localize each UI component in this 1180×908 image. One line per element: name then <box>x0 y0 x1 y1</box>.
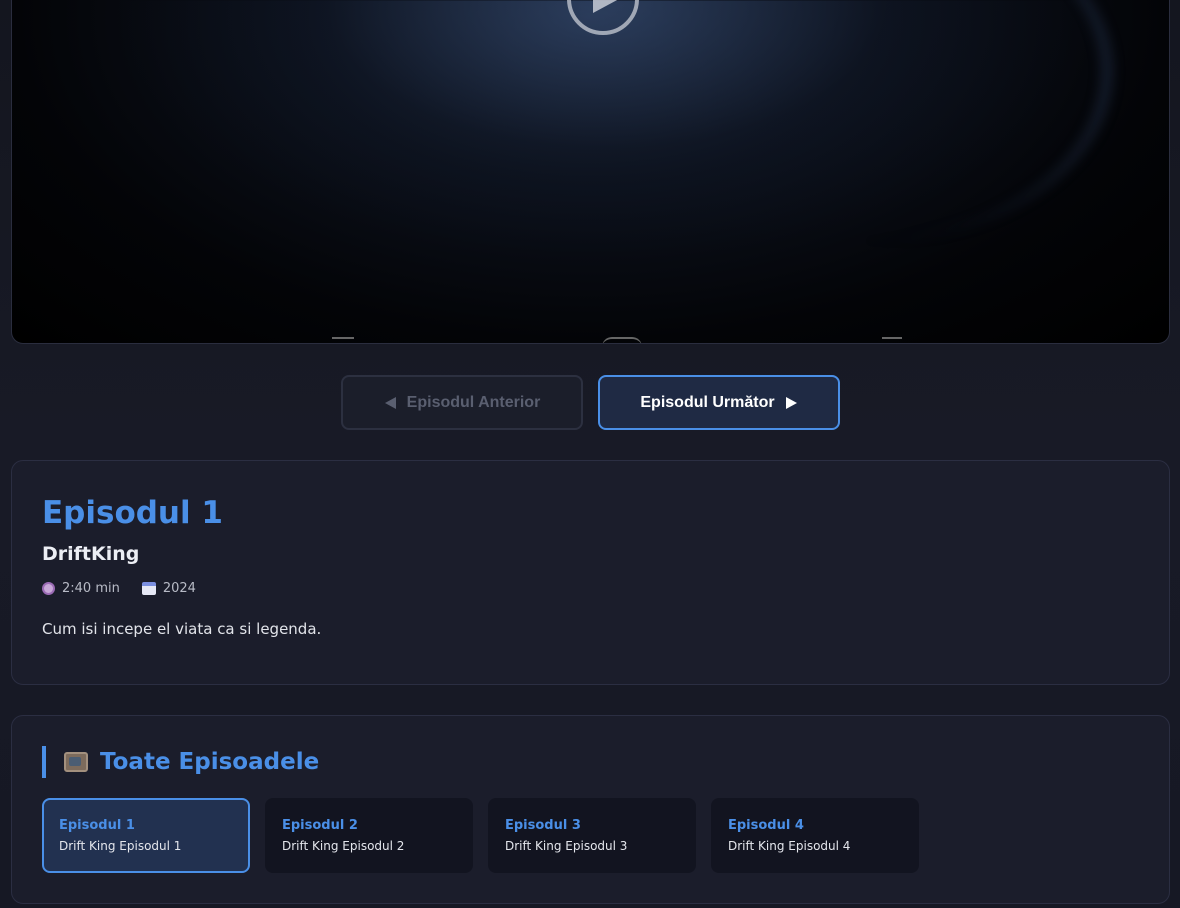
play-icon <box>593 0 618 13</box>
previous-episode-label: Episodul Anterior <box>406 393 541 411</box>
episode-card-number: Episodul 3 <box>505 818 581 833</box>
episode-meta: 2:40 min 2024 <box>42 581 1139 596</box>
episode-card-number: Episodul 1 <box>59 818 135 833</box>
player-controls-hint <box>12 323 1169 343</box>
next-episode-label: Episodul Următor <box>640 393 775 411</box>
year: 2024 <box>141 581 196 596</box>
next-episode-button[interactable]: Episodul Următor <box>598 375 840 430</box>
all-episodes-header: Toate Episoadele <box>42 746 1139 778</box>
duration: 2:40 min <box>42 581 120 596</box>
all-episodes-heading: Toate Episoadele <box>100 749 320 775</box>
episode-card-name: Drift King Episodul 1 <box>59 839 182 853</box>
show-title: DriftKing <box>42 543 140 565</box>
episode-card-4[interactable]: Episodul 4 Drift King Episodul 4 <box>711 798 919 873</box>
tv-icon <box>64 752 88 772</box>
episode-description: Cum isi incepe el viata ca si legenda. <box>42 620 322 638</box>
episode-navigation: Episodul Anterior Episodul Următor <box>341 375 840 430</box>
year-text: 2024 <box>162 581 196 596</box>
previous-episode-button[interactable]: Episodul Anterior <box>341 375 583 430</box>
arrow-right-icon <box>785 396 797 409</box>
calendar-icon <box>141 582 156 595</box>
episode-card-number: Episodul 2 <box>282 818 358 833</box>
episode-title: Episodul 1 <box>42 495 223 531</box>
alarm-clock-icon <box>42 582 55 595</box>
episode-card-name: Drift King Episodul 2 <box>282 839 405 853</box>
episode-info-card: Episodul 1 DriftKing 2:40 min 2024 Cum i… <box>11 460 1170 685</box>
episode-card-name: Drift King Episodul 3 <box>505 839 628 853</box>
episode-card-number: Episodul 4 <box>728 818 804 833</box>
episode-card-name: Drift King Episodul 4 <box>728 839 851 853</box>
episode-card-2[interactable]: Episodul 2 Drift King Episodul 2 <box>265 798 473 873</box>
duration-text: 2:40 min <box>62 581 120 596</box>
episode-list: Episodul 1 Drift King Episodul 1 Episodu… <box>42 798 1139 873</box>
episode-card-1[interactable]: Episodul 1 Drift King Episodul 1 <box>42 798 250 873</box>
all-episodes-card: Toate Episoadele Episodul 1 Drift King E… <box>11 715 1170 904</box>
episode-card-3[interactable]: Episodul 3 Drift King Episodul 3 <box>488 798 696 873</box>
arrow-left-icon <box>384 396 396 409</box>
video-player[interactable] <box>11 0 1170 344</box>
